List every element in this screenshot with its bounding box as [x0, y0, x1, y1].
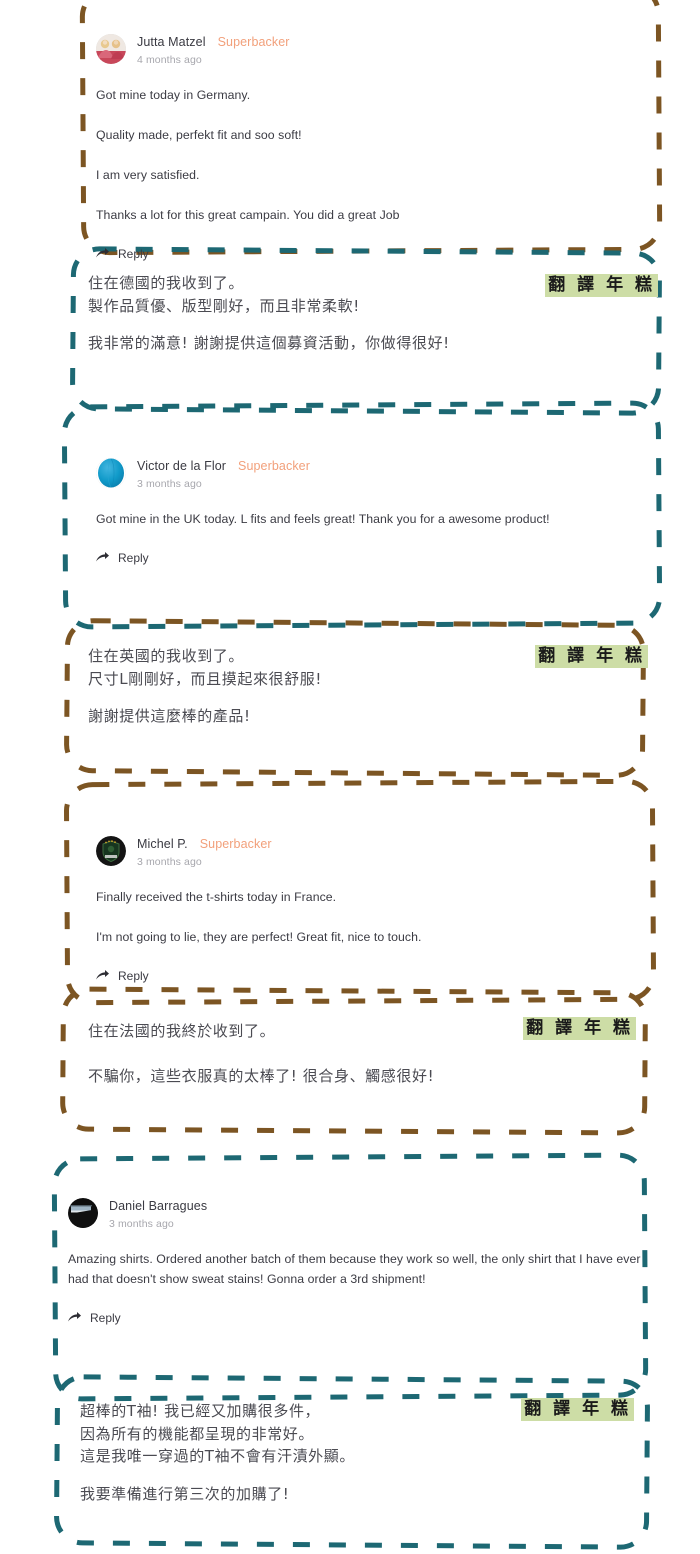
- comment-body: Got mine in the UK today. L fits and fee…: [96, 510, 656, 530]
- reply-button[interactable]: Reply: [96, 969, 149, 983]
- translation-block: 翻 譯 年 糕 住在法國的我終於收到了。 不騙你，這些衣服真的太棒了! 很合身、…: [88, 1017, 658, 1102]
- comment-body: Finally received the t-shirts today in F…: [96, 888, 656, 948]
- reply-label: Reply: [118, 550, 149, 565]
- translate-tag: 翻 譯 年 糕: [545, 274, 658, 298]
- comment-paragraph: Thanks a lot for this great campain. You…: [96, 208, 400, 223]
- avatar-dark-shield-badge-icon: [96, 836, 126, 866]
- avatar-photo-group-icon: [96, 34, 126, 64]
- comment-item: Victor de la Flor Superbacker 3 months a…: [96, 458, 656, 568]
- reply-arrow-icon: [96, 970, 109, 980]
- reply-arrow-icon: [96, 248, 109, 258]
- comment-body: Got mine today in Germany. Quality made,…: [96, 86, 656, 226]
- translate-tag: 翻 譯 年 糕: [535, 645, 648, 669]
- translation-block: 翻 譯 年 糕 住在德國的我收到了。 製作品質優、版型剛好，而且非常柔軟! 我非…: [88, 272, 658, 370]
- translation-paragraph: 不騙你，這些衣服真的太棒了! 很合身、觸感很好!: [88, 1066, 435, 1085]
- translate-tag: 翻 譯 年 糕: [523, 1017, 636, 1041]
- reply-button[interactable]: Reply: [96, 551, 149, 565]
- comment-meta: Jutta Matzel Superbacker 4 months ago: [137, 34, 290, 66]
- comments-page: Jutta Matzel Superbacker 4 months ago Go…: [0, 0, 700, 1554]
- comment-header: Daniel Barragues 3 months ago: [68, 1198, 643, 1230]
- comment-header: Michel P. Superbacker 3 months ago: [96, 836, 656, 868]
- superbacker-badge: Superbacker: [217, 35, 290, 49]
- comment-meta: Victor de la Flor Superbacker 3 months a…: [137, 458, 310, 490]
- comment-header: Jutta Matzel Superbacker 4 months ago: [96, 34, 656, 66]
- translation-paragraph: 謝謝提供這麼棒的產品!: [88, 707, 251, 725]
- comment-author: Michel P.: [137, 837, 188, 851]
- translation-block: 翻 譯 年 糕 超棒的T袖! 我已經又加購很多件， 因為所有的機能都呈現的非常好…: [80, 1398, 650, 1520]
- comment-timestamp: 3 months ago: [137, 478, 202, 491]
- comment-timestamp: 3 months ago: [109, 1218, 174, 1231]
- comment-paragraph: Finally received the t-shirts today in F…: [96, 890, 337, 905]
- comment-author: Jutta Matzel: [137, 35, 206, 49]
- avatar[interactable]: [68, 1198, 98, 1228]
- comment-body: Amazing shirts. Ordered another batch of…: [68, 1250, 643, 1290]
- comment-paragraph: I am very satisfied.: [96, 168, 200, 183]
- comment-item: Jutta Matzel Superbacker 4 months ago Go…: [96, 34, 656, 264]
- comment-meta: Michel P. Superbacker 3 months ago: [137, 836, 272, 868]
- comment-paragraph: Got mine in the UK today. L fits and fee…: [96, 512, 550, 527]
- translate-tag: 翻 譯 年 糕: [521, 1398, 634, 1422]
- avatar[interactable]: [96, 34, 126, 64]
- comment-author: Daniel Barragues: [109, 1199, 208, 1213]
- translation-paragraph: 我要準備進行第三次的加購了!: [80, 1484, 290, 1503]
- superbacker-badge: Superbacker: [238, 459, 310, 473]
- comment-timestamp: 4 months ago: [137, 54, 202, 67]
- reply-arrow-icon: [68, 1312, 81, 1322]
- reply-label: Reply: [118, 246, 149, 261]
- comment-header: Victor de la Flor Superbacker 3 months a…: [96, 458, 656, 490]
- reply-button[interactable]: Reply: [68, 1311, 121, 1325]
- avatar[interactable]: [96, 836, 126, 866]
- comment-meta: Daniel Barragues 3 months ago: [109, 1198, 219, 1230]
- translation-block: 翻 譯 年 糕 住在英國的我收到了。 尺寸L剛剛好，而且摸起來很舒服! 謝謝提供…: [88, 645, 658, 743]
- avatar[interactable]: [96, 458, 126, 488]
- comment-name-row: Michel P. Superbacker: [137, 837, 272, 851]
- reply-arrow-icon: [96, 552, 109, 562]
- superbacker-badge: Superbacker: [199, 837, 272, 851]
- comment-name-row: Jutta Matzel Superbacker: [137, 35, 290, 49]
- reply-button[interactable]: Reply: [96, 247, 149, 261]
- avatar-blue-sphere-icon: [96, 458, 126, 488]
- comment-item: Michel P. Superbacker 3 months ago Final…: [96, 836, 656, 986]
- comment-paragraph: Quality made, perfekt fit and soo soft!: [96, 128, 302, 143]
- reply-label: Reply: [118, 968, 149, 983]
- translation-paragraph: 我非常的滿意! 謝謝提供這個募資活動，你做得很好!: [88, 334, 450, 352]
- comment-paragraph: Got mine today in Germany.: [96, 88, 251, 103]
- comment-author: Victor de la Flor: [137, 459, 227, 473]
- avatar-dark-photo-icon: [68, 1198, 98, 1228]
- comment-name-row: Daniel Barragues: [109, 1199, 219, 1213]
- comment-timestamp: 3 months ago: [137, 856, 202, 869]
- comment-name-row: Victor de la Flor Superbacker: [137, 459, 310, 473]
- comment-paragraph: Amazing shirts. Ordered another batch of…: [68, 1252, 641, 1287]
- comment-item: Daniel Barragues 3 months ago Amazing sh…: [68, 1198, 643, 1328]
- comment-paragraph: I'm not going to lie, they are perfect! …: [96, 930, 422, 945]
- reply-label: Reply: [90, 1310, 121, 1325]
